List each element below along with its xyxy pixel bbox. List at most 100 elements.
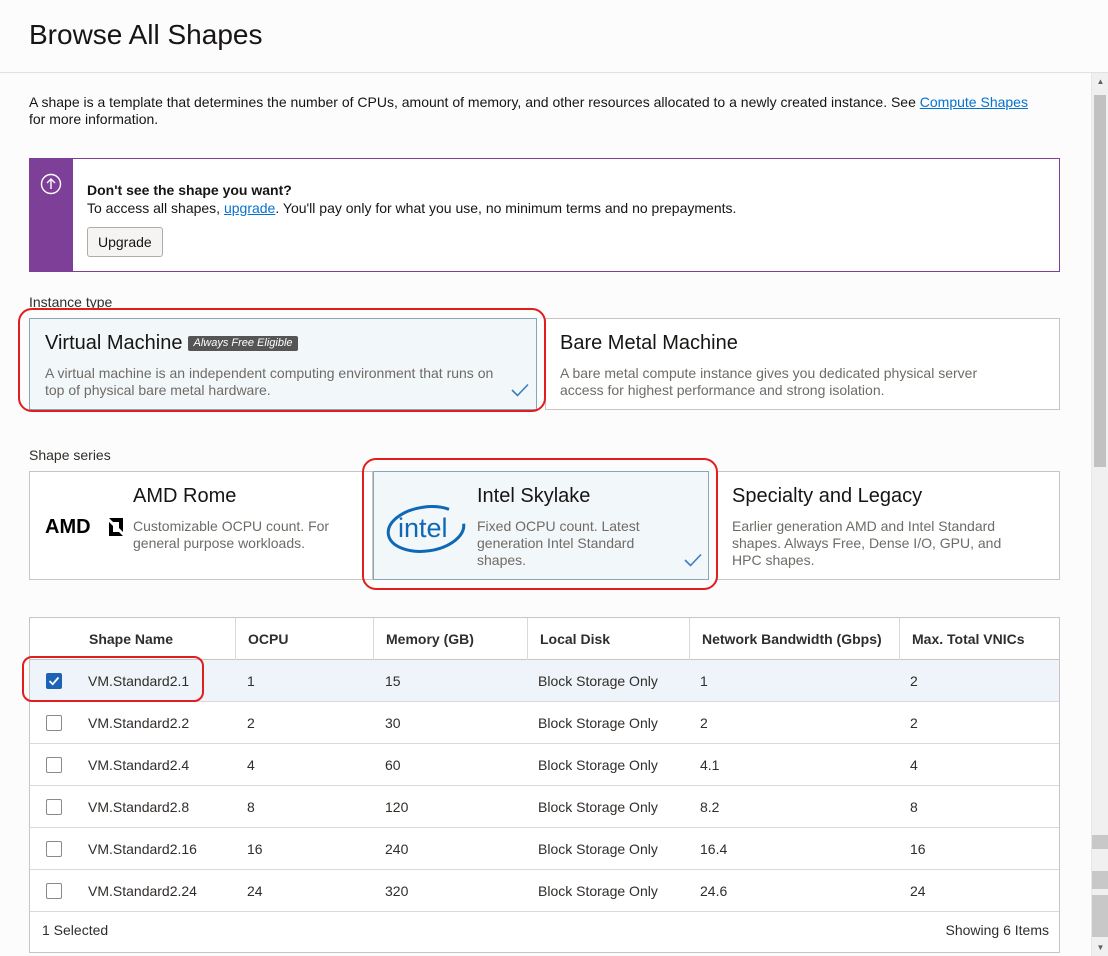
banner-text-before: To access all shapes, <box>87 200 224 216</box>
row-checkbox[interactable] <box>46 841 62 857</box>
cell-memory: 120 <box>385 799 409 815</box>
cell-shape-name: VM.Standard2.8 <box>88 799 190 815</box>
cell-memory: 30 <box>385 715 401 731</box>
cell-shape-name: VM.Standard2.16 <box>88 841 197 857</box>
cell-max-vnics: 8 <box>910 799 918 815</box>
banner-text-after: . You'll pay only for what you use, no m… <box>275 200 737 216</box>
cell-max-vnics: 2 <box>910 715 918 731</box>
cell-ocpu: 1 <box>247 673 255 689</box>
cell-max-vnics: 2 <box>910 673 918 689</box>
page-header: Browse All Shapes <box>0 0 1108 73</box>
cell-max-vnics: 4 <box>910 757 918 773</box>
table-row[interactable]: VM.Standard2.24 24 320 Block Storage Onl… <box>30 870 1059 912</box>
specialty-legacy-description: Earlier generation AMD and Intel Standar… <box>732 518 1002 568</box>
column-header-shape-name[interactable]: Shape Name <box>77 618 235 660</box>
arrow-up-circle-icon <box>40 173 62 195</box>
page-title: Browse All Shapes <box>29 19 263 50</box>
intro-text-after: for more information. <box>29 111 159 127</box>
shape-series-label: Shape series <box>29 447 111 463</box>
cell-ocpu: 16 <box>247 841 263 857</box>
cell-max-vnics: 16 <box>910 841 926 857</box>
shape-series-amd-rome[interactable]: AMD AMD Rome Customizable OCPU count. Fo… <box>29 471 373 580</box>
column-header-memory[interactable]: Memory (GB) <box>373 618 527 660</box>
vm-title: Virtual Machine <box>45 332 183 354</box>
upgrade-link[interactable]: upgrade <box>224 200 275 216</box>
shape-series-intel-skylake[interactable]: intel Intel Skylake Fixed OCPU count. La… <box>373 471 709 580</box>
amd-rome-description: Customizable OCPU count. For general pur… <box>133 518 330 551</box>
vertical-scrollbar[interactable]: ▲ ▼ <box>1091 73 1108 956</box>
cell-local-disk: Block Storage Only <box>538 883 658 899</box>
instance-type-virtual-machine[interactable]: Virtual Machine Always Free Eligible A vi… <box>29 318 537 410</box>
row-checkbox[interactable] <box>46 799 62 815</box>
table-row[interactable]: VM.Standard2.2 2 30 Block Storage Only 2… <box>30 702 1059 744</box>
cell-memory: 60 <box>385 757 401 773</box>
cell-network-bandwidth: 24.6 <box>700 883 728 899</box>
banner-text: To access all shapes, upgrade. You'll pa… <box>87 199 736 217</box>
row-checkbox[interactable] <box>46 883 62 899</box>
svg-text:intel: intel <box>398 513 448 543</box>
table-header: Shape Name OCPU Memory (GB) Local Disk N… <box>30 618 1059 660</box>
cell-local-disk: Block Storage Only <box>538 799 658 815</box>
selected-check-icon <box>684 553 702 567</box>
cell-local-disk: Block Storage Only <box>538 673 658 689</box>
selected-check-icon <box>511 383 529 397</box>
cell-shape-name: VM.Standard2.24 <box>88 883 197 899</box>
compute-shapes-link[interactable]: Compute Shapes <box>920 94 1028 110</box>
intel-skylake-description: Fixed OCPU count. Latest generation Inte… <box>477 518 640 568</box>
instance-type-label: Instance type <box>29 294 113 310</box>
column-header-ocpu[interactable]: OCPU <box>235 618 373 660</box>
vm-description: A virtual machine is an independent comp… <box>45 365 494 398</box>
svg-text:AMD: AMD <box>45 516 91 537</box>
selected-count: 1 Selected <box>42 922 109 938</box>
specialty-legacy-title: Specialty and Legacy <box>732 485 923 507</box>
column-header-local-disk[interactable]: Local Disk <box>527 618 689 660</box>
cell-ocpu: 24 <box>247 883 263 899</box>
cell-network-bandwidth: 16.4 <box>700 841 728 857</box>
scroll-down-arrow-icon[interactable]: ▼ <box>1092 939 1108 956</box>
upgrade-button[interactable]: Upgrade <box>87 227 163 257</box>
column-header-max-vnics[interactable]: Max. Total VNICs <box>899 618 1059 660</box>
row-checkbox[interactable] <box>46 715 62 731</box>
banner-accent <box>30 159 73 271</box>
table-footer: 1 Selected Showing 6 Items <box>30 912 1059 952</box>
amd-rome-title: AMD Rome <box>133 485 237 507</box>
cell-max-vnics: 24 <box>910 883 926 899</box>
scroll-up-arrow-icon[interactable]: ▲ <box>1092 73 1108 90</box>
instance-type-bare-metal[interactable]: Bare Metal Machine A bare metal compute … <box>545 318 1060 410</box>
bare-metal-description: A bare metal compute instance gives you … <box>560 365 978 398</box>
cell-network-bandwidth: 1 <box>700 673 708 689</box>
scrollbar-track-mark <box>1092 871 1108 889</box>
items-count: Showing 6 Items <box>945 922 1050 938</box>
upgrade-banner: Don't see the shape you want? To access … <box>29 158 1060 272</box>
amd-logo: AMD <box>45 516 123 537</box>
row-checkbox[interactable] <box>46 673 62 689</box>
intro-text: A shape is a template that determines th… <box>29 94 1059 128</box>
cell-shape-name: VM.Standard2.2 <box>88 715 190 731</box>
intel-logo: intel <box>386 505 466 553</box>
intro-text-before: A shape is a template that determines th… <box>29 94 920 110</box>
table-row[interactable]: VM.Standard2.8 8 120 Block Storage Only … <box>30 786 1059 828</box>
table-row[interactable]: VM.Standard2.1 1 15 Block Storage Only 1… <box>30 660 1059 702</box>
shape-series-specialty-legacy[interactable]: Specialty and Legacy Earlier generation … <box>717 471 1060 580</box>
cell-ocpu: 8 <box>247 799 255 815</box>
table-row[interactable]: VM.Standard2.4 4 60 Block Storage Only 4… <box>30 744 1059 786</box>
cell-local-disk: Block Storage Only <box>538 841 658 857</box>
scrollbar-thumb[interactable] <box>1094 95 1106 467</box>
cell-memory: 15 <box>385 673 401 689</box>
cell-local-disk: Block Storage Only <box>538 715 658 731</box>
banner-title: Don't see the shape you want? <box>87 182 292 198</box>
cell-shape-name: VM.Standard2.1 <box>88 673 190 689</box>
table-row[interactable]: VM.Standard2.16 16 240 Block Storage Onl… <box>30 828 1059 870</box>
column-header-network-bandwidth[interactable]: Network Bandwidth (Gbps) <box>689 618 899 660</box>
scrollbar-track-mark <box>1092 835 1108 849</box>
shapes-table: Shape Name OCPU Memory (GB) Local Disk N… <box>29 617 1060 953</box>
cell-memory: 240 <box>385 841 409 857</box>
scrollbar-track-mark <box>1092 895 1108 937</box>
row-checkbox[interactable] <box>46 757 62 773</box>
cell-network-bandwidth: 4.1 <box>700 757 720 773</box>
intel-skylake-title: Intel Skylake <box>477 485 591 507</box>
always-free-badge: Always Free Eligible <box>188 336 298 351</box>
checkmark-icon <box>48 676 60 686</box>
cell-network-bandwidth: 2 <box>700 715 708 731</box>
cell-memory: 320 <box>385 883 409 899</box>
